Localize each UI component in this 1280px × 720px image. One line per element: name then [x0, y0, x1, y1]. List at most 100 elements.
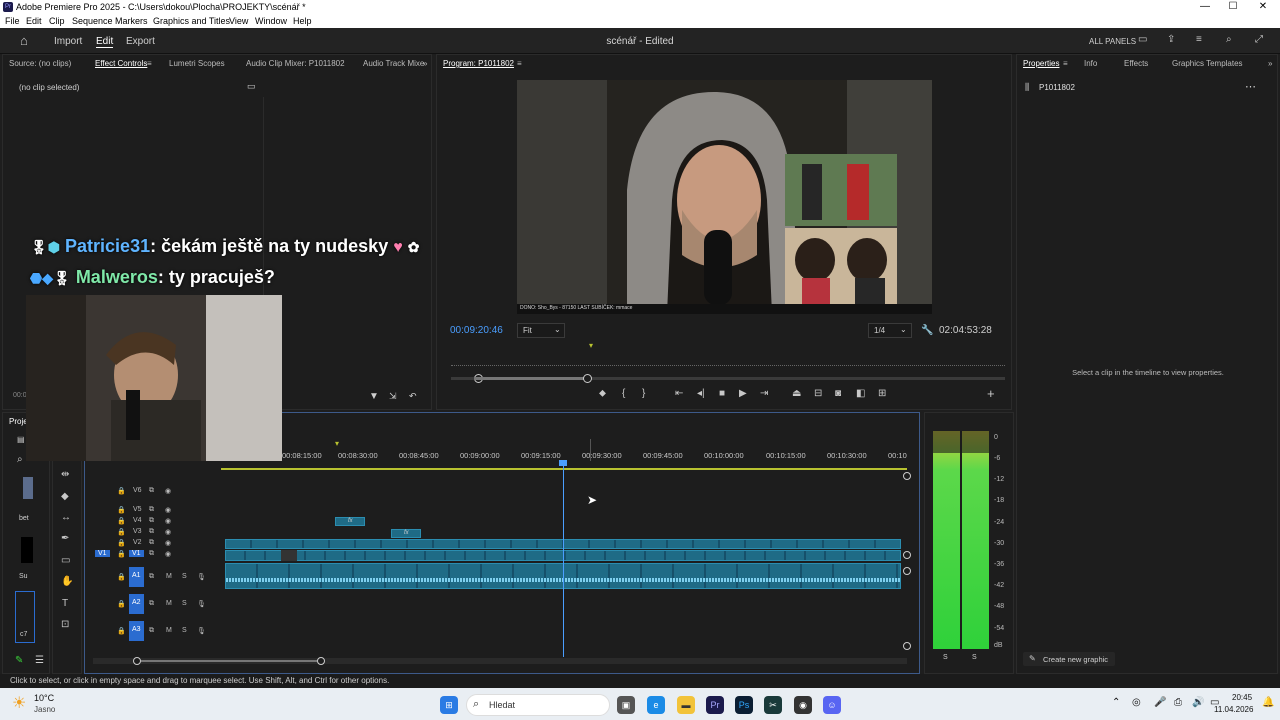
slip-tool-icon[interactable]: ↔: [61, 512, 71, 523]
lock-icon[interactable]: 🔒: [117, 550, 126, 558]
photoshop-app-icon[interactable]: Ps: [735, 696, 753, 714]
create-graphic-button[interactable]: ✎ Create new graphic: [1023, 652, 1115, 666]
mute-button[interactable]: M: [166, 627, 172, 634]
discord-app-icon[interactable]: ☺: [823, 696, 841, 714]
eye-icon[interactable]: ◉: [165, 539, 171, 547]
more-tabs-icon[interactable]: »: [1268, 59, 1272, 68]
work-area-bar[interactable]: [221, 468, 907, 470]
track-label-v3[interactable]: V3: [133, 528, 142, 535]
v-scroll-handle[interactable]: [903, 472, 911, 480]
sync-lock-icon[interactable]: ⧉: [149, 506, 154, 514]
project-thumbnail[interactable]: [21, 537, 33, 563]
lock-icon[interactable]: 🔒: [117, 539, 126, 547]
eye-icon[interactable]: ◉: [165, 487, 171, 495]
stop-icon[interactable]: ■: [719, 388, 725, 399]
lock-icon[interactable]: 🔒: [117, 528, 126, 536]
sync-lock-icon[interactable]: ⧉: [149, 627, 154, 635]
track-label-a2[interactable]: A2: [129, 594, 144, 614]
maximize-button[interactable]: ☐: [1218, 1, 1248, 12]
clip-v4[interactable]: fx: [335, 517, 365, 526]
weather-desc[interactable]: Jasno: [34, 705, 55, 714]
menu-file[interactable]: File: [5, 16, 20, 26]
panel-layout-icon[interactable]: ▭: [1138, 34, 1147, 45]
more-tabs-icon[interactable]: »: [423, 59, 427, 68]
mute-button[interactable]: M: [166, 573, 172, 580]
tab-effects[interactable]: Effects: [1124, 59, 1148, 68]
v-scroll-handle[interactable]: [903, 551, 911, 559]
export-icon[interactable]: ⇲: [389, 391, 397, 402]
mute-button[interactable]: M: [166, 600, 172, 607]
close-button[interactable]: ✕: [1248, 1, 1278, 12]
menu-clip[interactable]: Clip: [49, 16, 65, 26]
tray-chevron-icon[interactable]: ⌃: [1112, 697, 1120, 708]
a-scroll-handle[interactable]: [903, 567, 911, 575]
program-mini-ruler[interactable]: [451, 358, 1005, 366]
track-select-tool-icon[interactable]: ⇹: [61, 469, 69, 480]
mic-icon[interactable]: 🎙: [197, 627, 206, 635]
taskbar-search-box[interactable]: ⌕ Hledat: [466, 694, 610, 716]
hand-tool-icon[interactable]: ✋: [61, 576, 73, 587]
menu-help[interactable]: Help: [293, 16, 312, 26]
wrench-icon[interactable]: 🔧: [921, 325, 933, 336]
task-view-icon[interactable]: ▣: [617, 696, 635, 714]
scroll-handle-left[interactable]: [133, 657, 141, 665]
tab-graphics-templates[interactable]: Graphics Templates: [1172, 59, 1243, 68]
program-title[interactable]: Program: P1011802: [443, 59, 514, 68]
clip-v3[interactable]: fx: [391, 529, 421, 538]
solo-button[interactable]: S: [182, 573, 187, 580]
comparison-view-icon[interactable]: ◧: [856, 388, 865, 399]
lock-icon[interactable]: 🔒: [117, 600, 126, 608]
play-icon[interactable]: ▶: [739, 388, 747, 399]
search-icon[interactable]: ⌕: [1226, 34, 1232, 45]
mark-in-icon[interactable]: {: [622, 388, 625, 399]
scroll-thumb[interactable]: [141, 660, 317, 662]
tray-app-icon[interactable]: ◎: [1132, 697, 1141, 708]
mic-icon[interactable]: 🎙: [197, 600, 206, 608]
all-panels-button[interactable]: ALL PANELS: [1089, 37, 1136, 46]
sync-lock-icon[interactable]: ⧉: [149, 550, 154, 558]
lock-icon[interactable]: 🔒: [117, 627, 126, 635]
folder-icon[interactable]: ▤: [17, 435, 25, 444]
mark-out-icon[interactable]: }: [642, 388, 645, 399]
tab-audio-track-mixer[interactable]: Audio Track Mixe: [363, 59, 424, 68]
more-options-icon[interactable]: ⋯: [1245, 80, 1256, 93]
microphone-icon[interactable]: 🎤: [1154, 697, 1166, 708]
menu-view[interactable]: View: [229, 16, 248, 26]
rectangle-tool-icon[interactable]: ▭: [61, 555, 70, 566]
lock-icon[interactable]: 🔒: [117, 506, 126, 514]
track-label-a1[interactable]: A1: [129, 567, 144, 587]
minimize-button[interactable]: —: [1190, 1, 1220, 12]
solo-button[interactable]: S: [943, 654, 948, 661]
properties-menu-icon[interactable]: ≡: [1063, 59, 1068, 68]
lock-icon[interactable]: 🔒: [117, 517, 126, 525]
menu-sequence[interactable]: Sequence: [72, 16, 113, 26]
menu-markers[interactable]: Markers: [115, 16, 148, 26]
track-label-v5[interactable]: V5: [133, 506, 142, 513]
program-menu-icon[interactable]: ≡: [517, 59, 522, 68]
step-back-icon[interactable]: ◂|: [697, 388, 705, 399]
obs-app-icon[interactable]: ◉: [794, 696, 812, 714]
workspace-menu-icon[interactable]: ≡: [1196, 34, 1202, 45]
premiere-app-icon[interactable]: Pr: [706, 696, 724, 714]
panel-expand-icon[interactable]: ▭: [247, 81, 256, 92]
capcut-app-icon[interactable]: ✂: [764, 696, 782, 714]
tab-project[interactable]: Proje: [9, 417, 28, 426]
tab-properties[interactable]: Properties: [1023, 59, 1059, 68]
notifications-icon[interactable]: 🔔: [1262, 697, 1274, 708]
lift-icon[interactable]: ⏏: [792, 388, 801, 399]
project-thumbnail[interactable]: [23, 477, 33, 499]
go-to-out-icon[interactable]: ⇥: [760, 388, 768, 399]
add-button-icon[interactable]: +: [987, 386, 995, 401]
extract-icon[interactable]: ⊟: [814, 388, 822, 399]
tab-info[interactable]: Info: [1084, 59, 1097, 68]
windows-start-icon[interactable]: ⊞: [440, 696, 458, 714]
solo-button[interactable]: S: [182, 627, 187, 634]
file-explorer-icon[interactable]: ▬: [677, 696, 695, 714]
scroll-thumb[interactable]: [474, 377, 584, 380]
share-icon[interactable]: ⇪: [1167, 34, 1175, 45]
program-timecode[interactable]: 00:09:20:46: [450, 325, 503, 336]
timeline-h-scrollbar[interactable]: [93, 657, 907, 665]
lock-icon[interactable]: 🔒: [117, 573, 126, 581]
program-video-frame[interactable]: DONO: Sho_Bys - 87150 LAST SUBÍČEK: mmac…: [517, 80, 932, 314]
zoom-select[interactable]: Fit ⌄: [517, 323, 565, 338]
